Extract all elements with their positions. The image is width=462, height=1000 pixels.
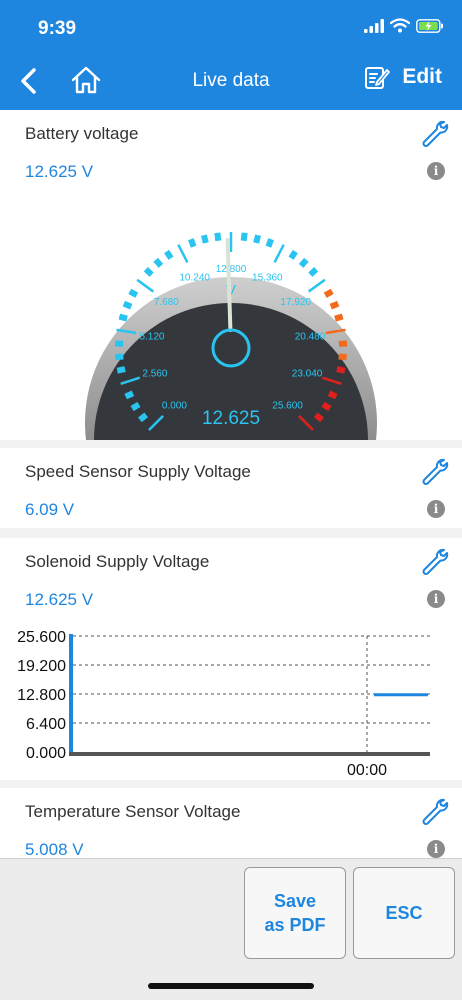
chart-y-tick-label: 19.200 — [17, 658, 66, 675]
chart-y-axis — [69, 634, 73, 756]
gauge-tick — [118, 313, 128, 322]
card-value: 12.625 V — [25, 590, 94, 609]
gauge-tick-label: 10.240 — [179, 273, 210, 284]
card-title: Solenoid Supply Voltage — [25, 552, 210, 571]
gauge-tick — [327, 390, 338, 400]
edit-label: Edit — [402, 65, 442, 88]
save-as-pdf-label: Save as PDF — [264, 889, 325, 937]
gauge-tick — [323, 288, 334, 298]
gauge-tick — [201, 234, 209, 244]
battery-charging-icon — [416, 18, 443, 33]
gauge-tick-label: 20.480 — [295, 331, 326, 342]
gauge-tick-label: 7.680 — [154, 297, 179, 308]
card-title: Speed Sensor Supply Voltage — [25, 462, 251, 481]
app-header: 9:39 Live data Edit — [0, 0, 462, 110]
card-title: Battery voltage — [25, 124, 139, 143]
card-value: 5.008 V — [25, 840, 84, 859]
info-icon[interactable]: i — [427, 500, 445, 518]
gauge-tick — [164, 249, 174, 260]
status-time: 9:39 — [38, 18, 77, 39]
gauge-tick — [308, 267, 319, 277]
save-label-line1: Save — [273, 891, 317, 911]
save-label-line2: as PDF — [264, 915, 326, 935]
card-title: Temperature Sensor Voltage — [25, 802, 241, 821]
card-value: 6.09 V — [25, 500, 75, 519]
card-temperature-sensor-voltage[interactable]: Temperature Sensor Voltage 5.008 V i — [0, 788, 462, 860]
gauge-tick — [253, 234, 261, 244]
gauge-tick — [138, 412, 149, 423]
gauge-tick — [273, 244, 285, 264]
gauge-reading: 12.625 — [202, 408, 260, 429]
card-value: 12.625 V — [25, 162, 94, 181]
esc-button[interactable]: ESC — [353, 867, 455, 959]
gauge-tick — [214, 232, 222, 242]
gauge-tick — [298, 257, 309, 268]
gauge-tick — [321, 401, 332, 412]
edit-button[interactable]: Edit — [364, 64, 442, 90]
gauge-tick — [188, 238, 197, 248]
gauge-tick-label: 15.360 — [252, 273, 283, 284]
gauge-tick — [288, 249, 298, 260]
gauge-tick — [338, 353, 347, 361]
edit-icon — [365, 67, 391, 89]
gauge-tick-label: 5.120 — [139, 331, 164, 342]
gauge-tick — [128, 288, 139, 298]
bottom-action-bar: Save as PDF ESC — [0, 858, 462, 1000]
gauge-tick — [334, 313, 344, 322]
gauge-tick — [265, 238, 274, 248]
signal-icon — [364, 18, 384, 33]
gauge-tick — [336, 366, 346, 374]
gauge-tick — [143, 267, 154, 277]
gauge-tick — [240, 232, 248, 242]
chart-x-axis — [69, 752, 430, 756]
gauge-tick-label: 0.000 — [162, 401, 187, 412]
chart-x-labels: 00:00 — [347, 762, 387, 776]
gauge-tick — [124, 390, 135, 400]
voltage-line-chart: 25.600 19.200 12.800 6.400 0.000 00:00 — [17, 629, 430, 776]
wrench-icon[interactable] — [418, 118, 450, 150]
gauge-tick-label: 17.920 — [280, 297, 311, 308]
gauge-tick — [307, 278, 326, 293]
gauge-tick — [313, 412, 324, 423]
save-as-pdf-button[interactable]: Save as PDF — [244, 867, 346, 959]
chart-y-labels: 25.600 19.200 12.800 6.400 0.000 — [17, 629, 66, 762]
gauge-tick-label: 12.800 — [216, 264, 247, 275]
gauge-tick — [153, 257, 164, 268]
wrench-icon[interactable] — [418, 546, 450, 578]
home-indicator — [148, 983, 314, 989]
gauge-tick — [130, 401, 141, 412]
wrench-icon[interactable] — [418, 456, 450, 488]
wrench-icon[interactable] — [418, 796, 450, 828]
chart-y-tick-label: 0.000 — [26, 745, 66, 762]
chart-y-tick-label: 25.600 — [17, 629, 66, 646]
card-battery-voltage[interactable]: Battery voltage 12.625 V i 0.000 2.560 5.1… — [0, 110, 462, 440]
card-speed-sensor-voltage[interactable]: Speed Sensor Supply Voltage 6.09 V i — [0, 448, 462, 528]
gauge-tick — [115, 353, 124, 361]
status-icons — [364, 18, 444, 33]
wifi-icon — [390, 18, 410, 33]
gauge-tick — [329, 300, 340, 310]
chart-x-tick-label: 00:00 — [347, 762, 387, 776]
voltage-gauge: 0.000 2.560 5.120 7.680 10.240 12.800 15.360 17… — [84, 232, 377, 440]
gauge-tick-label: 2.560 — [142, 369, 167, 380]
gauge-tick-label: 25.600 — [272, 401, 303, 412]
gauge-tick — [177, 244, 189, 264]
info-icon[interactable]: i — [427, 162, 445, 180]
chart-y-tick-label: 12.800 — [17, 687, 66, 704]
gauge-tick — [136, 278, 155, 293]
info-icon[interactable]: i — [427, 840, 445, 858]
gauge-tick-label: 23.040 — [292, 369, 323, 380]
card-solenoid-supply-voltage[interactable]: Solenoid Supply Voltage 12.625 V i 25.60… — [0, 538, 462, 780]
info-icon[interactable]: i — [427, 590, 445, 608]
gauge-tick — [122, 300, 133, 310]
gauge-tick — [116, 366, 126, 374]
chart-y-tick-label: 6.400 — [26, 716, 66, 733]
